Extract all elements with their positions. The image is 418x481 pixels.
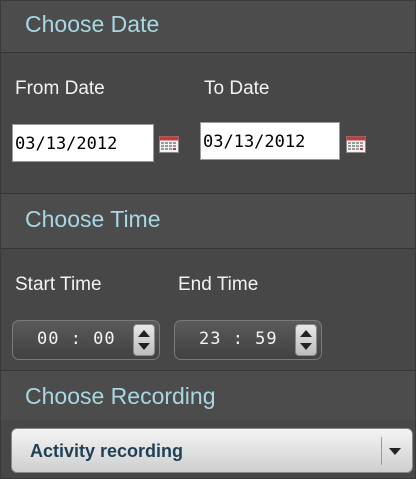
choose-time-title: Choose Time: [25, 206, 161, 232]
select-divider: [381, 437, 382, 465]
chevron-up-icon[interactable]: [300, 330, 312, 337]
calendar-icon[interactable]: [346, 136, 366, 153]
choose-time-header: Choose Time: [1, 193, 415, 249]
date-time-recording-panel: Choose Date From Date To Date 03/13/2012…: [0, 0, 416, 479]
chevron-up-icon[interactable]: [138, 330, 150, 337]
choose-date-title: Choose Date: [25, 11, 160, 37]
start-time-value: 00 : 00: [37, 329, 116, 349]
choose-date-header: Choose Date: [1, 1, 415, 53]
from-date-label: From Date: [15, 78, 105, 99]
choose-recording-title: Choose Recording: [25, 383, 216, 409]
chevron-down-icon[interactable]: [300, 343, 312, 350]
end-time-label: End Time: [178, 274, 259, 295]
start-time-stepper[interactable]: 00 : 00: [12, 320, 160, 360]
end-time-spinner[interactable]: [295, 324, 317, 356]
from-date-input[interactable]: 03/13/2012: [12, 124, 154, 162]
dropdown-arrow-icon[interactable]: [389, 448, 401, 455]
to-date-label: To Date: [204, 78, 270, 99]
recording-select[interactable]: Activity recording: [11, 428, 413, 473]
to-date-input[interactable]: 03/13/2012: [200, 122, 340, 160]
end-time-value: 23 : 59: [199, 329, 278, 349]
calendar-icon[interactable]: [159, 136, 179, 153]
start-time-label: Start Time: [15, 274, 102, 295]
chevron-down-icon[interactable]: [138, 343, 150, 350]
recording-select-value: Activity recording: [30, 441, 184, 461]
start-time-spinner[interactable]: [133, 324, 155, 356]
choose-recording-header: Choose Recording: [1, 370, 415, 420]
end-time-stepper[interactable]: 23 : 59: [174, 320, 322, 360]
